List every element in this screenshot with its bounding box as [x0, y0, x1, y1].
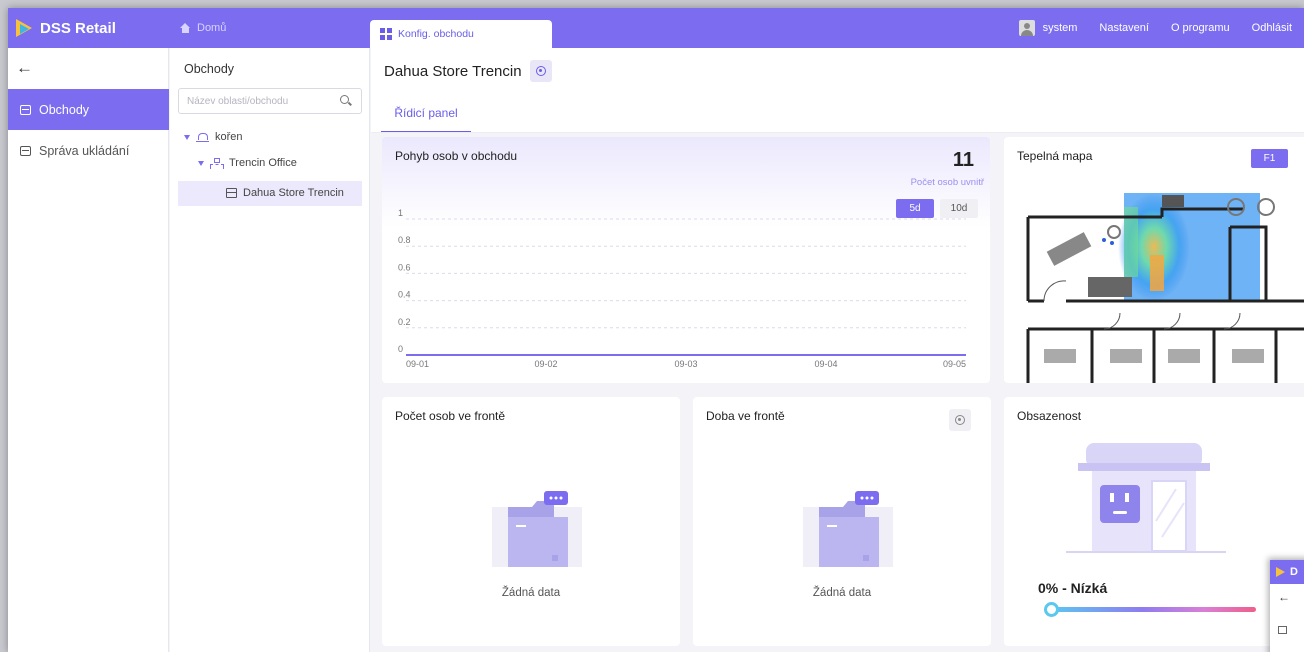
- top-right-menu: system Nastavení O programu Odhlásit: [1018, 8, 1292, 48]
- x-tick-label: 09-05: [943, 359, 966, 369]
- tree-title: Obchody: [184, 62, 235, 76]
- tab-store-config-label: Konfig. obchodu: [398, 28, 474, 40]
- tab-home[interactable]: Domů: [180, 8, 226, 48]
- empty-data-text: Žádná data: [501, 587, 561, 599]
- grid-icon: [380, 28, 392, 40]
- people-flow-card: Pohyb osob v obchodu 11 Počet osob uvnit…: [382, 137, 990, 383]
- tree-node-dahua-store[interactable]: Dahua Store Trencin: [226, 182, 344, 204]
- x-tick-label: 09-02: [534, 359, 557, 369]
- search-icon[interactable]: [340, 95, 349, 104]
- home-icon: [180, 23, 191, 33]
- y-tick-label: 0.8: [398, 235, 411, 245]
- arrow-left-icon[interactable]: ←: [16, 58, 33, 78]
- y-tick-label: 0: [398, 344, 403, 354]
- empty-data-icon: [803, 491, 893, 567]
- main-header: Dahua Store Trencin Řídicí panel: [371, 48, 1304, 133]
- sidebar-item-storage[interactable]: Správa ukládání: [8, 130, 169, 171]
- store-icon: [20, 104, 31, 115]
- queue-time-card: Doba ve frontě Žádná data: [693, 397, 991, 646]
- store-tree-panel: Obchody kořen Trencin Office Dahua Store…: [170, 48, 370, 652]
- store-front-icon: [1066, 443, 1226, 553]
- card-title: Pohyb osob v obchodu: [395, 149, 518, 163]
- page-title: Dahua Store Trencin: [384, 63, 522, 80]
- tree-node-trencin-office[interactable]: Trencin Office: [198, 152, 297, 174]
- app-window: DSS Retail Domů Konfig. obchodu system N…: [8, 8, 1304, 652]
- overlapping-window[interactable]: D ←: [1270, 560, 1304, 652]
- x-tick-label: 09-01: [406, 359, 429, 369]
- search-input[interactable]: [178, 88, 362, 114]
- heatmap-floorplan[interactable]: [1004, 177, 1304, 383]
- occupancy-level-indicator: [1044, 602, 1059, 617]
- dss-logo-icon: [16, 19, 34, 37]
- card-title: Tepelná mapa: [1017, 149, 1093, 163]
- empty-data-icon: [492, 491, 582, 567]
- user-name: system: [1042, 22, 1078, 34]
- store-settings-button[interactable]: [530, 60, 552, 82]
- sidebar-item-label: Obchody: [39, 102, 90, 117]
- store-icon: [226, 188, 237, 198]
- queue-count-card: Počet osob ve frontě Žádná data: [382, 397, 680, 646]
- app-logo[interactable]: DSS Retail: [16, 15, 116, 41]
- tab-home-label: Domů: [197, 22, 227, 34]
- empty-data-text: Žádná data: [812, 587, 872, 599]
- occupancy-scale-bar: [1049, 607, 1256, 612]
- x-tick-label: 09-03: [674, 359, 697, 369]
- about-link[interactable]: O programu: [1171, 22, 1230, 34]
- queue-time-settings-button[interactable]: [949, 409, 971, 431]
- caret-down-icon[interactable]: [198, 160, 204, 166]
- people-count-label: Počet osob uvnitř: [910, 177, 984, 188]
- gear-icon: [955, 415, 965, 425]
- people-count: 11: [952, 149, 974, 171]
- sidebar-item-label: Správa ukládání: [39, 143, 130, 158]
- settings-link[interactable]: Nastavení: [1099, 22, 1149, 34]
- dss-logo-icon: [1276, 567, 1286, 577]
- store-icon: [1278, 626, 1287, 634]
- tree-node-label: kořen: [215, 131, 243, 143]
- divider: [371, 132, 1304, 133]
- arrow-left-icon[interactable]: ←: [1278, 590, 1290, 604]
- app-name: DSS Retail: [40, 19, 116, 37]
- occupancy-value: 0% - Nízká: [1038, 580, 1108, 596]
- x-tick-label: 09-04: [814, 359, 837, 369]
- user-avatar-icon: [1018, 20, 1035, 36]
- tree-node-label: Trencin Office: [229, 157, 297, 169]
- sidebar-item-stores[interactable]: Obchody: [8, 89, 169, 130]
- mini-window-title: D: [1290, 566, 1298, 578]
- y-tick-label: 0.6: [398, 262, 411, 272]
- logout-link[interactable]: Odhlásit: [1252, 22, 1292, 34]
- tree-node-root[interactable]: kořen: [184, 126, 243, 148]
- sidebar: ← Obchody Správa ukládání: [8, 48, 169, 652]
- user-menu[interactable]: system: [1018, 20, 1078, 36]
- tab-store-config[interactable]: Konfig. obchodu: [370, 20, 552, 48]
- top-bar: DSS Retail Domů Konfig. obchodu system N…: [8, 8, 1304, 48]
- gear-icon: [536, 66, 546, 76]
- y-tick-label: 0.2: [398, 317, 411, 327]
- org-icon: [210, 157, 224, 169]
- card-title: Obsazenost: [1017, 409, 1082, 423]
- tree-node-label: Dahua Store Trencin: [243, 187, 344, 199]
- card-title: Doba ve frontě: [706, 409, 785, 423]
- card-title: Počet osob ve frontě: [395, 409, 506, 423]
- tab-dashboard[interactable]: Řídicí panel: [381, 95, 471, 133]
- heatmap-card: Tepelná mapa F1: [1004, 137, 1304, 383]
- root-icon: [196, 132, 209, 142]
- caret-down-icon[interactable]: [184, 134, 190, 140]
- storage-icon: [20, 145, 31, 156]
- y-tick-label: 0.4: [398, 290, 411, 300]
- people-flow-chart: 0 0.2 0.4 0.6 0.8 1 09-01 09-02 09-03 09-04 09-05: [398, 208, 966, 369]
- y-tick-label: 1: [398, 208, 403, 218]
- occupancy-card: Obsazenost 0% - Nízká: [1004, 397, 1304, 646]
- mini-window-titlebar: D: [1270, 560, 1304, 584]
- floor-selector-button[interactable]: F1: [1251, 149, 1288, 168]
